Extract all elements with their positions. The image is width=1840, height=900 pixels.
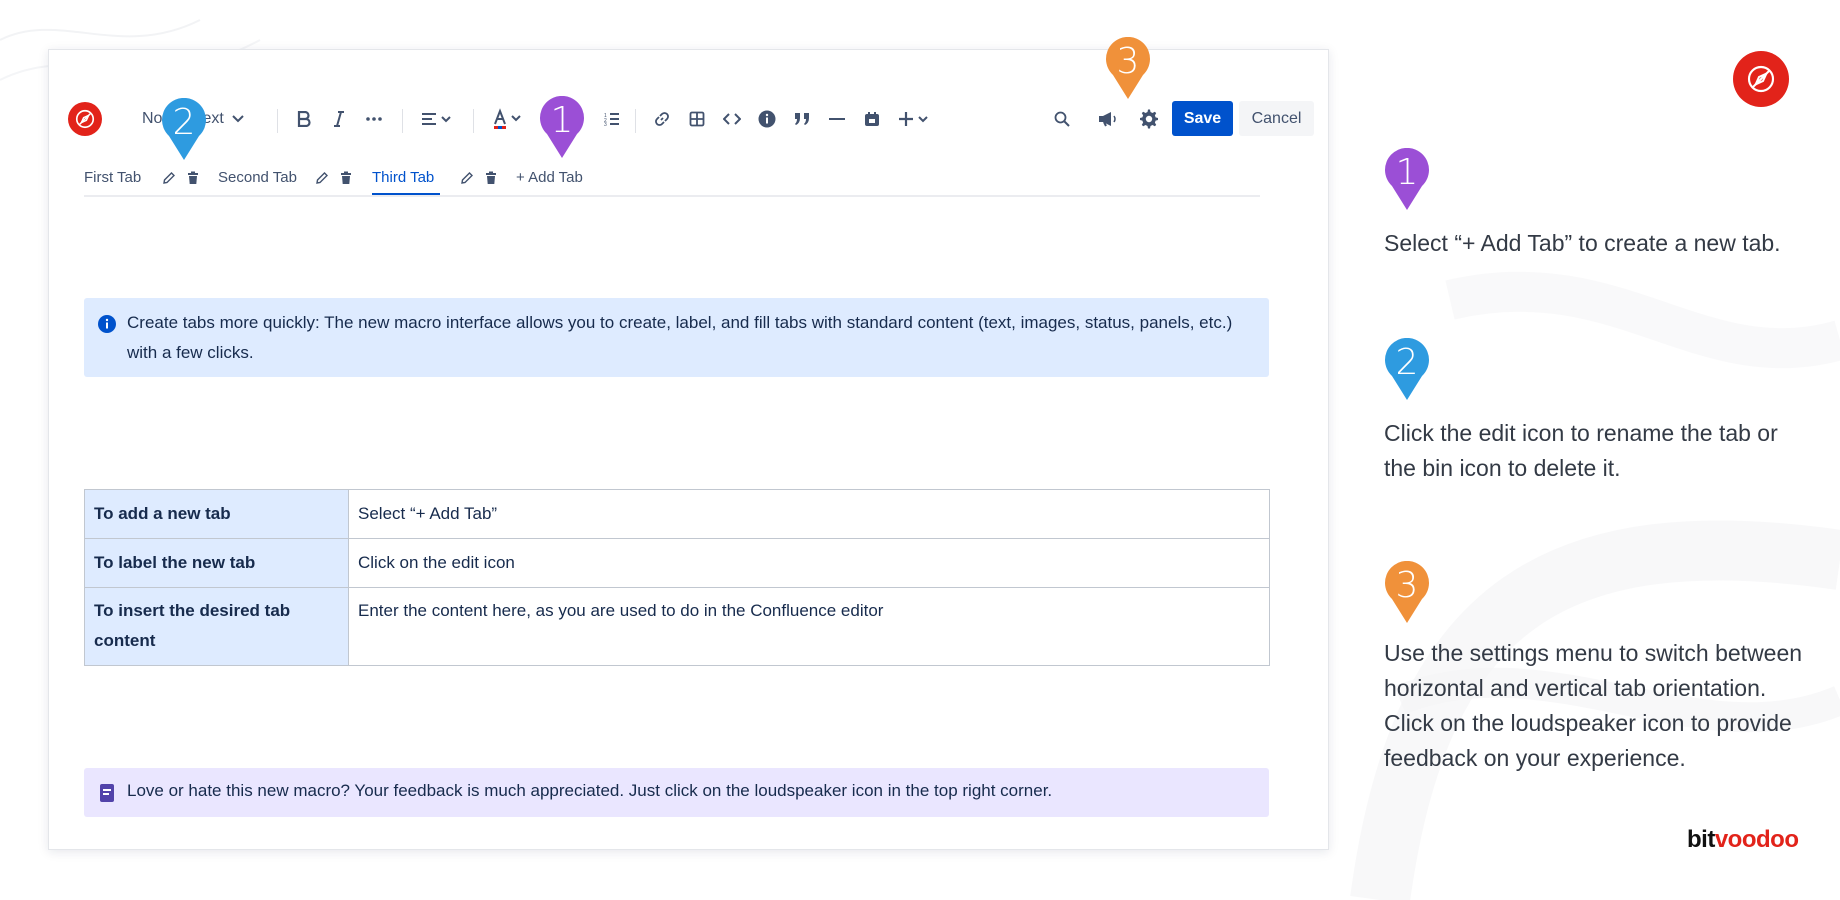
numbered-list-icon[interactable]: 123 [602,109,622,129]
step-number: 3 [1395,565,1419,606]
toolbar-divider [277,109,278,133]
active-tab-indicator [372,193,440,195]
align-icon[interactable] [420,109,454,129]
loudspeaker-icon[interactable] [1097,109,1121,129]
table-row: To insert the desired tab content Enter … [84,587,1270,666]
date-icon[interactable] [862,109,882,129]
toolbar-divider [402,109,403,133]
pin-marker-3: 3 [1105,37,1151,99]
brand-logo [1733,51,1789,107]
step-2-pin: 2 [1384,338,1430,400]
insert-plus-icon[interactable] [897,109,931,129]
instruction-table: To add a new tab Select “+ Add Tab” To l… [84,489,1270,666]
trash-bin-icon[interactable] [340,171,356,187]
text-color-icon[interactable] [491,107,525,131]
edit-pencil-icon[interactable] [460,171,476,187]
step-number: 1 [1395,152,1419,193]
divider-icon[interactable] [827,109,847,129]
table-cell[interactable]: Click on the edit icon [348,538,1270,588]
info-panel-text: Create tabs more quickly: The new macro … [127,313,1233,362]
toolbar-divider [635,109,636,133]
edit-pencil-icon[interactable] [315,171,331,187]
table-header-cell: To add a new tab [84,489,349,539]
step-3-pin: 3 [1384,561,1430,623]
brand-wordmark-part1: bit [1687,826,1715,853]
note-panel: Love or hate this new macro? Your feedba… [84,768,1269,817]
cancel-button[interactable]: Cancel [1239,101,1314,136]
step-2-text: Click the edit icon to rename the tab or… [1384,420,1778,481]
step-3-text: Use the settings menu to switch between … [1384,640,1803,771]
table-row: To label the new tab Click on the edit i… [84,538,1270,588]
brand-wordmark-part2: voodoo [1714,826,1799,853]
tab-bar: First Tab Second Tab Third Tab + Add Tab [84,167,1260,197]
table-header-cell: To label the new tab [84,538,349,588]
info-macro-icon[interactable] [757,109,777,129]
save-button[interactable]: Save [1172,101,1233,136]
svg-text:3: 3 [604,122,607,126]
tab-third[interactable]: Third Tab [372,169,434,186]
note-panel-text: Love or hate this new macro? Your feedba… [127,781,1053,800]
pin-number: 3 [1116,41,1140,82]
tab-first[interactable]: First Tab [84,169,141,186]
link-icon[interactable] [652,109,672,129]
table-row: To add a new tab Select “+ Add Tab” [84,489,1270,539]
step-1-text: Select “+ Add Tab” to create a new tab. [1384,230,1781,256]
app-logo [68,102,102,136]
more-formatting-icon[interactable] [364,109,384,129]
chevron-down-icon [232,115,244,123]
search-icon[interactable] [1052,109,1072,129]
trash-bin-icon[interactable] [485,171,501,187]
table-cell[interactable]: Enter the content here, as you are used … [348,587,1270,666]
gear-icon[interactable] [1138,108,1160,130]
step-number: 2 [1395,342,1419,383]
compass-icon [1747,65,1775,93]
info-panel: Create tabs more quickly: The new macro … [84,298,1269,377]
table-icon[interactable] [687,109,707,129]
toolbar-divider [473,109,474,133]
trash-bin-icon[interactable] [187,171,203,187]
confluence-editor: Normal text 123 [48,49,1329,850]
pin-number: 2 [172,102,196,143]
table-header-cell: To insert the desired tab content [84,587,349,666]
step-1-pin: 1 [1384,148,1430,210]
info-icon [98,315,116,333]
pin-number: 1 [550,100,574,141]
bold-icon[interactable] [294,109,314,129]
quote-icon[interactable] [792,109,812,129]
pin-marker-1: 1 [539,96,585,158]
add-tab-button[interactable]: + Add Tab [516,169,583,186]
tab-second[interactable]: Second Tab [218,169,297,186]
pin-marker-2: 2 [161,98,207,160]
italic-icon[interactable] [329,109,349,129]
edit-pencil-icon[interactable] [162,171,178,187]
code-icon[interactable] [722,109,742,129]
table-cell[interactable]: Select “+ Add Tab” [348,489,1270,539]
compass-icon [75,109,95,129]
note-icon [100,784,114,802]
brand-wordmark: bitvoodoo [1687,826,1799,854]
